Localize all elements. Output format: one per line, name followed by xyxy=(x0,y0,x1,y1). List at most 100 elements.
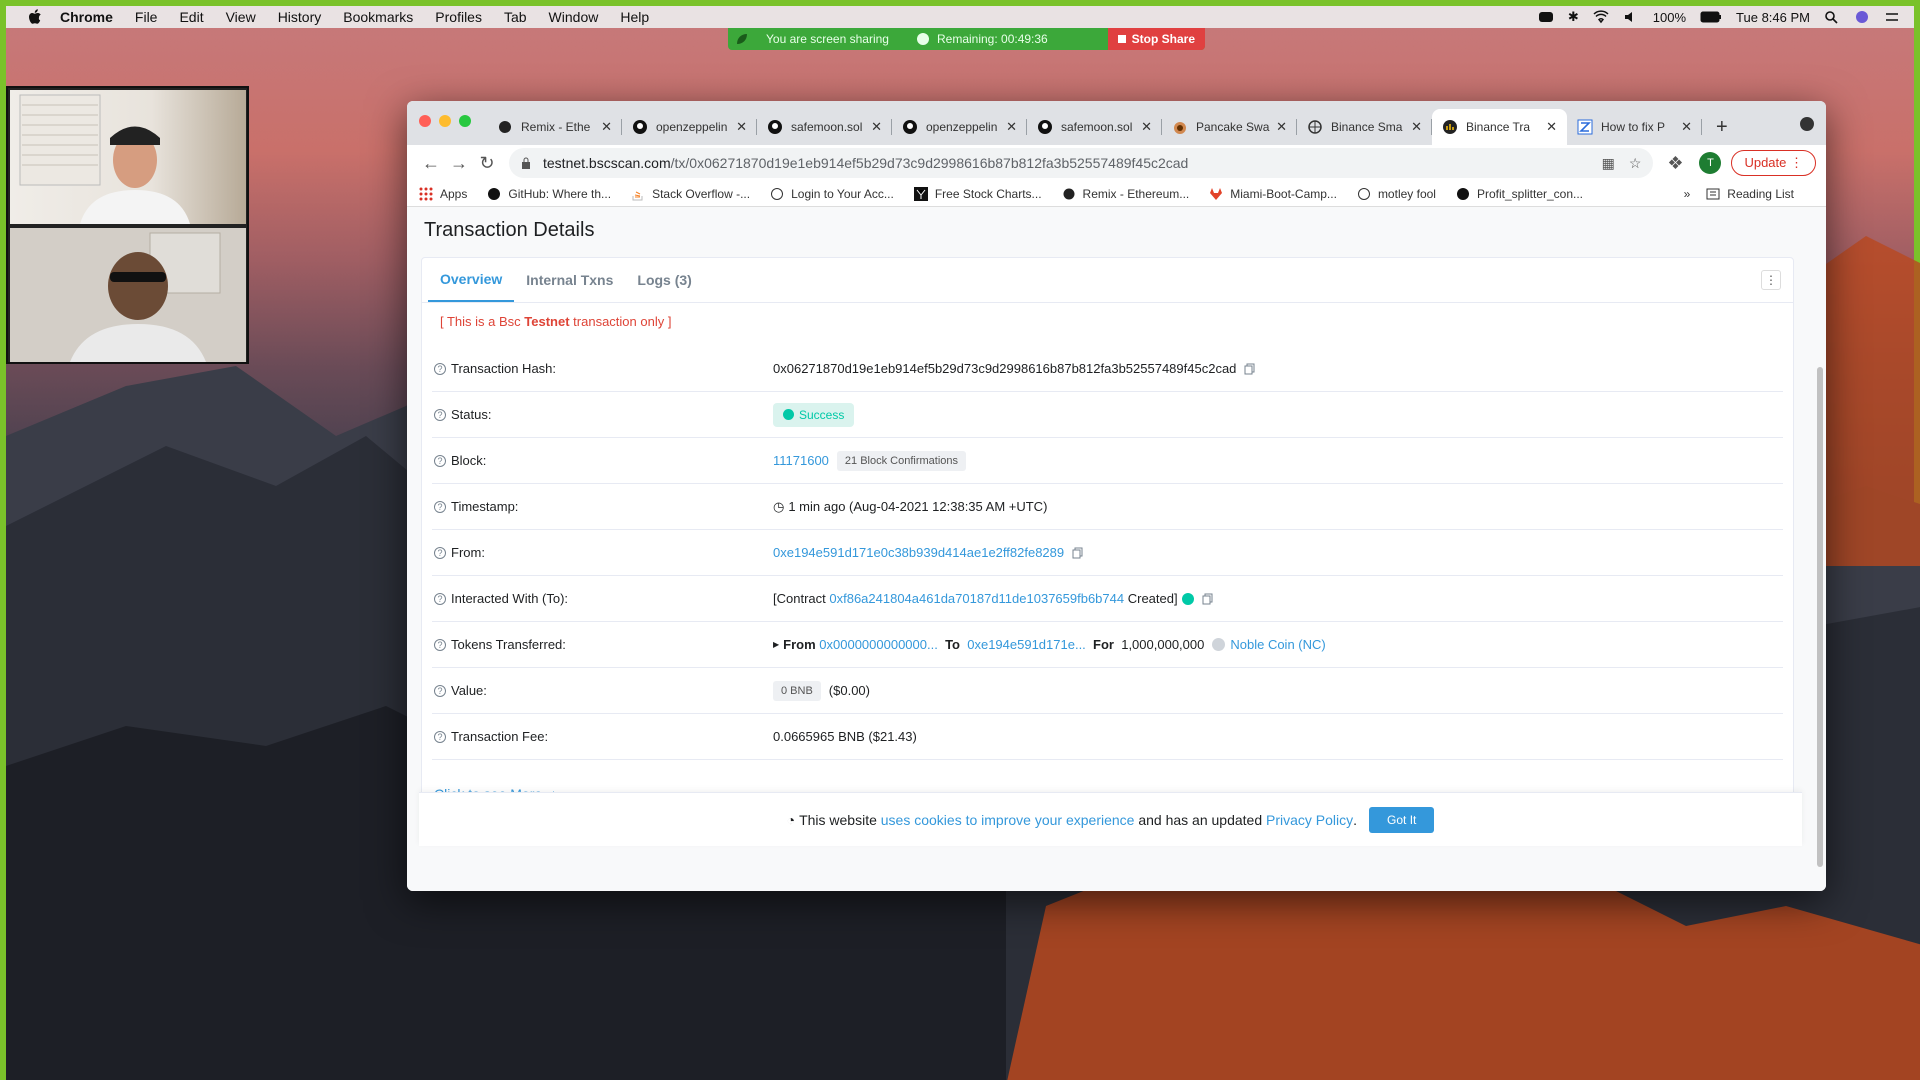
qr-code-icon[interactable]: ▦ xyxy=(1602,155,1615,172)
close-window-button[interactable] xyxy=(419,115,431,127)
tab-openzeppelin-1[interactable]: openzeppelin ✕ xyxy=(622,109,757,145)
copy-icon[interactable] xyxy=(1072,547,1083,559)
control-center-icon[interactable] xyxy=(1884,10,1900,24)
profile-avatar[interactable]: T xyxy=(1699,152,1722,174)
siri-icon[interactable] xyxy=(1854,10,1870,24)
spotlight-search-icon[interactable] xyxy=(1824,10,1840,24)
bookmark-profit-splitter[interactable]: Profit_splitter_con... xyxy=(1456,187,1583,201)
maximize-window-button[interactable] xyxy=(459,115,471,127)
help-icon[interactable]: ? xyxy=(434,546,446,559)
reading-list-button[interactable]: Reading List xyxy=(1706,187,1794,201)
tab-internal-txns[interactable]: Internal Txns xyxy=(514,258,625,302)
bookmark-star-icon[interactable]: ☆ xyxy=(1629,155,1642,172)
help-icon[interactable]: ? xyxy=(434,500,446,513)
close-tab-icon[interactable]: ✕ xyxy=(871,119,882,135)
macos-menu-bar: Chrome File Edit View History Bookmarks … xyxy=(6,6,1914,28)
bookmark-github[interactable]: GitHub: Where th... xyxy=(487,187,611,201)
new-tab-button[interactable]: + xyxy=(1702,109,1742,145)
contract-address-link[interactable]: 0xf86a241804a461da70187d11de1037659fb6b7… xyxy=(829,591,1124,606)
menu-file[interactable]: File xyxy=(135,9,158,25)
help-icon[interactable]: ? xyxy=(434,454,446,467)
bookmark-login[interactable]: Login to Your Acc... xyxy=(770,187,894,201)
token-name-link[interactable]: Noble Coin (NC) xyxy=(1230,637,1325,652)
back-arrow-icon[interactable]: ← xyxy=(417,153,445,174)
close-tab-icon[interactable]: ✕ xyxy=(1411,119,1422,135)
tab-openzeppelin-2[interactable]: openzeppelin ✕ xyxy=(892,109,1027,145)
clock[interactable]: Tue 8:46 PM xyxy=(1736,10,1810,25)
apple-icon[interactable] xyxy=(28,9,42,25)
copy-icon[interactable] xyxy=(1244,363,1255,375)
help-icon[interactable]: ? xyxy=(434,408,446,421)
close-tab-icon[interactable]: ✕ xyxy=(601,119,612,135)
address-bar[interactable]: testnet.bscscan.com/tx/0x06271870d19e1eb… xyxy=(509,148,1654,178)
bookmarks-overflow-icon[interactable]: » xyxy=(1684,187,1691,201)
bookmark-gitlab[interactable]: Miami-Boot-Camp... xyxy=(1209,187,1337,201)
close-tab-icon[interactable]: ✕ xyxy=(1276,119,1287,135)
cookie-banner: ◔ This website uses cookies to improve y… xyxy=(419,792,1802,846)
more-options-icon[interactable]: ⋮ xyxy=(1761,270,1781,290)
menu-edit[interactable]: Edit xyxy=(179,9,203,25)
remix-icon xyxy=(499,121,511,133)
bookmark-motley-fool[interactable]: motley fool xyxy=(1357,187,1436,201)
bookmark-label: Apps xyxy=(440,186,468,201)
copy-icon[interactable] xyxy=(1202,593,1213,605)
privacy-policy-link[interactable]: Privacy Policy xyxy=(1266,812,1353,828)
block-link[interactable]: 11171600 xyxy=(773,453,829,468)
battery-percent: 100% xyxy=(1652,9,1687,25)
tab-logs[interactable]: Logs (3) xyxy=(625,258,703,302)
participant-video-2[interactable] xyxy=(10,228,246,362)
stop-share-button[interactable]: Stop Share xyxy=(1107,28,1205,50)
reload-icon[interactable]: ↻ xyxy=(473,153,501,174)
bookmark-stock-charts[interactable]: Free Stock Charts... xyxy=(913,186,1042,201)
menu-bookmarks[interactable]: Bookmarks xyxy=(343,9,413,25)
participant-video-1[interactable] xyxy=(10,90,246,224)
volume-icon[interactable] xyxy=(1623,10,1639,24)
menu-help[interactable]: Help xyxy=(620,9,649,25)
menu-chrome[interactable]: Chrome xyxy=(60,9,113,25)
forward-arrow-icon[interactable]: → xyxy=(445,153,473,174)
page-scrollbar[interactable] xyxy=(1816,317,1824,877)
cookie-policy-link[interactable]: uses cookies to improve your experience xyxy=(881,812,1135,828)
tab-binance-smart[interactable]: Binance Sma ✕ xyxy=(1297,109,1432,145)
tokens-from-link[interactable]: 0x0000000000000... xyxy=(819,637,938,652)
help-icon[interactable]: ? xyxy=(434,638,446,651)
menu-tab[interactable]: Tab xyxy=(504,9,527,25)
bluetooth-icon[interactable]: ✱ xyxy=(1568,9,1579,25)
got-it-button[interactable]: Got It xyxy=(1369,806,1435,833)
bookmark-apps[interactable]: Apps xyxy=(419,187,467,201)
close-tab-icon[interactable]: ✕ xyxy=(1141,119,1152,135)
lock-icon[interactable] xyxy=(521,157,531,169)
extensions-puzzle-icon[interactable]: ❖ xyxy=(1661,153,1689,174)
battery-icon[interactable] xyxy=(1700,10,1722,24)
tab-pancakeswap[interactable]: Pancake Swap ✕ xyxy=(1162,109,1297,145)
update-button[interactable]: Update ⋮ xyxy=(1731,150,1816,176)
bookmark-stackoverflow[interactable]: Stack Overflow -... xyxy=(631,187,750,201)
tab-safemoon-1[interactable]: safemoon.sol ✕ xyxy=(757,109,892,145)
help-icon[interactable]: ? xyxy=(434,730,446,743)
tab-overview[interactable]: Overview xyxy=(428,258,515,302)
menu-window[interactable]: Window xyxy=(549,9,599,25)
tab-search-icon[interactable] xyxy=(1800,117,1814,131)
video-call-panel[interactable] xyxy=(6,86,249,364)
close-tab-icon[interactable]: ✕ xyxy=(1006,119,1017,135)
menu-history[interactable]: History xyxy=(278,9,322,25)
tab-safemoon-2[interactable]: safemoon.sol ✕ xyxy=(1027,109,1162,145)
menu-profiles[interactable]: Profiles xyxy=(435,9,482,25)
help-icon[interactable]: ? xyxy=(434,684,446,697)
close-tab-icon[interactable]: ✕ xyxy=(1546,119,1557,135)
minimize-window-button[interactable] xyxy=(439,115,451,127)
scrollbar-thumb[interactable] xyxy=(1817,367,1823,867)
tab-remix[interactable]: Remix - Ethe ✕ xyxy=(487,109,622,145)
bookmark-remix[interactable]: Remix - Ethereum... xyxy=(1062,187,1189,201)
zoom-icon[interactable] xyxy=(1538,10,1554,24)
tokens-to-link[interactable]: 0xe194e591d171e... xyxy=(967,637,1086,652)
from-address-link[interactable]: 0xe194e591d171e0c38b939d414ae1e2ff82fe82… xyxy=(773,545,1064,560)
wifi-icon[interactable] xyxy=(1593,10,1609,24)
close-tab-icon[interactable]: ✕ xyxy=(736,119,747,135)
help-icon[interactable]: ? xyxy=(434,362,446,375)
menu-view[interactable]: View xyxy=(226,9,256,25)
tab-binance-transaction[interactable]: Binance Tra ✕ xyxy=(1432,109,1567,145)
help-icon[interactable]: ? xyxy=(434,592,446,605)
tab-how-to-fix[interactable]: How to fix P ✕ xyxy=(1567,109,1702,145)
close-tab-icon[interactable]: ✕ xyxy=(1681,119,1692,135)
